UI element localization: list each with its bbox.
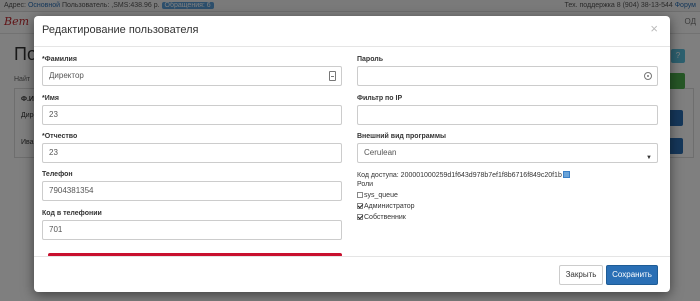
close-button[interactable]: Закрыть	[559, 265, 603, 285]
close-icon[interactable]: ×	[650, 22, 658, 36]
role-label: Администратор	[364, 203, 415, 210]
last-name-value: Директор	[49, 71, 84, 80]
save-button[interactable]: Сохранить	[606, 265, 658, 285]
access-code-text: Код доступа: 200001000259d1f643d978b7ef1…	[357, 172, 562, 179]
role-checkbox-admin[interactable]: Администратор	[357, 203, 415, 211]
ip-filter-field[interactable]	[357, 105, 658, 125]
first-name-field[interactable]: 23	[42, 105, 342, 125]
role-checkbox-sys-queue[interactable]: sys_queue	[357, 192, 398, 200]
telephony-code-field[interactable]: 701	[42, 220, 342, 240]
middle-name-value: 23	[49, 148, 58, 157]
password-field[interactable]	[357, 66, 658, 86]
access-code: Код доступа: 200001000259d1f643d978b7ef1…	[357, 171, 570, 179]
edit-user-modal: Редактирование пользователя × *Фамилия Д…	[34, 16, 670, 292]
roles-label: Роли	[357, 181, 374, 188]
middle-name-label: *Отчество	[42, 133, 78, 140]
role-label: sys_queue	[364, 192, 398, 199]
modal-footer: Закрыть Сохранить	[34, 256, 670, 292]
theme-select[interactable]: Cerulean ▼	[357, 143, 658, 163]
middle-name-field[interactable]: 23	[42, 143, 342, 163]
phone-label: Телефон	[42, 171, 73, 178]
last-name-label: *Фамилия	[42, 56, 77, 63]
phone-field[interactable]: 7904381354	[42, 181, 342, 201]
theme-value: Cerulean	[364, 148, 397, 157]
theme-label: Внешний вид программы	[357, 133, 446, 140]
chevron-down-icon: ▼	[646, 155, 652, 161]
modal-title: Редактирование пользователя	[42, 24, 199, 36]
role-checkbox-owner[interactable]: Собственник	[357, 214, 406, 222]
show-password-icon[interactable]	[644, 72, 652, 80]
checkbox[interactable]	[357, 192, 363, 198]
telephony-code-label: Код в телефонии	[42, 210, 102, 217]
ip-filter-label: Фильтр по IP	[357, 95, 403, 102]
phone-value: 7904381354	[49, 186, 94, 195]
contact-card-icon[interactable]	[329, 71, 336, 81]
checkbox[interactable]	[357, 214, 363, 220]
checkbox[interactable]	[357, 203, 363, 209]
password-label: Пароль	[357, 56, 384, 63]
first-name-label: *Имя	[42, 95, 60, 102]
first-name-value: 23	[49, 110, 58, 119]
modal-header: Редактирование пользователя ×	[34, 16, 670, 47]
role-label: Собственник	[364, 214, 406, 221]
telephony-code-value: 701	[49, 225, 63, 234]
copy-icon[interactable]	[562, 171, 570, 178]
last-name-field[interactable]: Директор	[42, 66, 342, 86]
